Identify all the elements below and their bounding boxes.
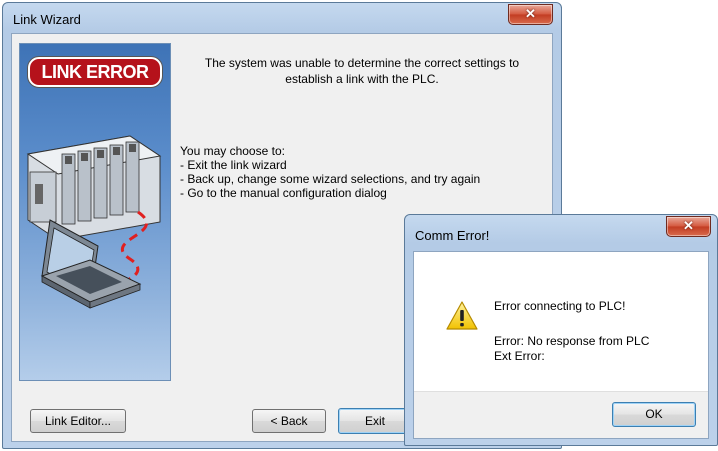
choices-block: You may choose to: - Exit the link wizar… bbox=[180, 144, 480, 200]
plc-laptop-icon bbox=[26, 135, 162, 309]
comm-error-body: Error connecting to PLC! Error: No respo… bbox=[413, 251, 709, 439]
plc-rack-icon bbox=[26, 135, 162, 241]
link-wizard-titlebar[interactable]: Link Wizard ✕ bbox=[3, 3, 561, 33]
back-button[interactable]: < Back bbox=[252, 409, 326, 433]
choice-item: - Exit the link wizard bbox=[180, 158, 287, 172]
comm-error-close-button[interactable]: ✕ bbox=[666, 216, 711, 237]
comm-error-titlebar[interactable]: Comm Error! ✕ bbox=[405, 215, 717, 251]
error-detail: Error: No response from PLC bbox=[494, 334, 650, 348]
close-icon: ✕ bbox=[683, 218, 694, 233]
link-error-message: The system was unable to determine the c… bbox=[204, 56, 520, 86]
warning-icon bbox=[446, 301, 478, 330]
error-heading: Error connecting to PLC! bbox=[494, 299, 626, 313]
exit-button[interactable]: Exit bbox=[338, 408, 412, 434]
choice-item: - Back up, change some wizard selections… bbox=[180, 172, 481, 186]
comm-error-dialog: Comm Error! ✕ Error connecting to PLC! E… bbox=[404, 214, 718, 446]
link-editor-button[interactable]: Link Editor... bbox=[30, 409, 126, 433]
choices-intro: You may choose to: bbox=[180, 144, 285, 158]
link-wizard-title: Link Wizard bbox=[13, 12, 81, 27]
link-wizard-close-button[interactable]: ✕ bbox=[508, 4, 553, 25]
close-icon: ✕ bbox=[525, 6, 536, 21]
choice-item: - Go to the manual configuration dialog bbox=[180, 186, 387, 200]
link-error-illustration: LINK ERROR bbox=[19, 43, 171, 381]
comm-error-title: Comm Error! bbox=[415, 228, 490, 243]
ok-button[interactable]: OK bbox=[612, 402, 696, 427]
comm-error-footer: OK bbox=[414, 391, 708, 438]
ext-error: Ext Error: bbox=[494, 349, 545, 363]
